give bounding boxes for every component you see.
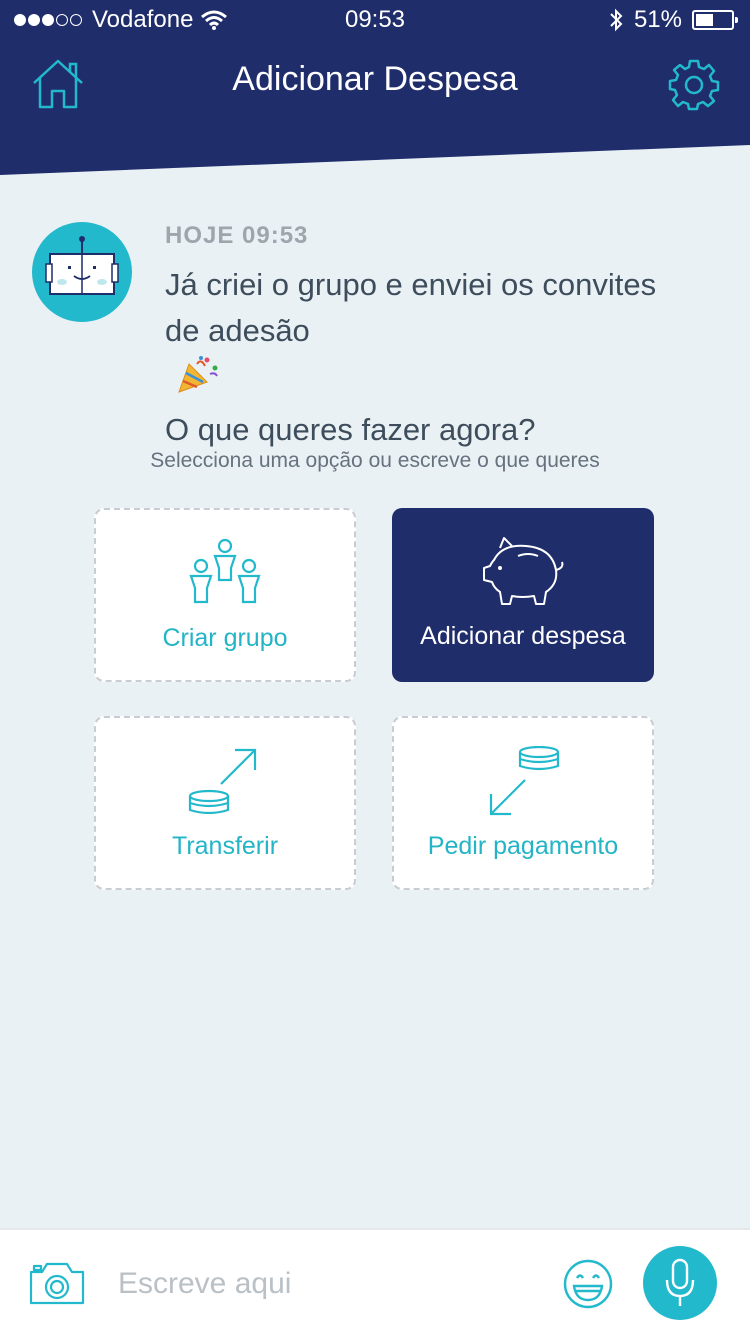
- message-line: de adesão: [165, 313, 310, 348]
- message-line: O que queres fazer agora?: [165, 412, 536, 447]
- option-create-group[interactable]: Criar grupo: [94, 508, 356, 682]
- option-label: Criar grupo: [162, 624, 288, 652]
- option-request-payment[interactable]: Pedir pagamento: [392, 716, 654, 890]
- party-popper-icon: [177, 354, 725, 407]
- people-icon: [189, 538, 261, 604]
- option-label: Transferir: [171, 832, 279, 860]
- battery-level: [696, 14, 714, 26]
- battery-percent: 51%: [633, 6, 682, 33]
- microphone-button[interactable]: [643, 1246, 717, 1320]
- option-label: Pedir pagamento: [427, 832, 619, 860]
- bluetooth-icon: [610, 8, 623, 32]
- bot-avatar: [32, 222, 132, 322]
- page-title: Adicionar Despesa: [232, 60, 518, 98]
- option-prompt: Selecciona uma opção ou escreve o que qu…: [150, 449, 600, 472]
- piggy-bank-icon: [483, 537, 564, 605]
- message-line: Já criei o grupo e enviei os convites: [165, 267, 657, 302]
- option-transfer[interactable]: Transferir: [94, 716, 356, 890]
- chat-input-bar: [0, 1228, 750, 1334]
- camera-button[interactable]: [28, 1260, 86, 1306]
- emoji-button[interactable]: [562, 1258, 614, 1310]
- microphone-icon: [665, 1258, 695, 1306]
- transfer-icon: [188, 748, 257, 815]
- status-bar: Vodafone 09:53 51%: [0, 0, 750, 40]
- option-add-expense[interactable]: Adicionar despesa: [392, 508, 654, 682]
- smiley-icon: [563, 1259, 613, 1309]
- battery-icon: [692, 10, 738, 30]
- message-line-with-emoji: de adesão: [165, 308, 725, 407]
- gear-icon: [668, 59, 720, 111]
- robot-face-icon: [45, 236, 119, 295]
- settings-button[interactable]: [666, 58, 722, 112]
- status-right: 51%: [608, 6, 738, 34]
- message-timestamp: HOJE 09:53: [165, 222, 309, 249]
- message-input[interactable]: [116, 1260, 540, 1308]
- option-label: Adicionar despesa: [420, 622, 626, 650]
- request-payment-icon: [489, 745, 560, 816]
- bot-message: Já criei o grupo e enviei os convites de…: [165, 262, 725, 453]
- camera-icon: [29, 1262, 85, 1305]
